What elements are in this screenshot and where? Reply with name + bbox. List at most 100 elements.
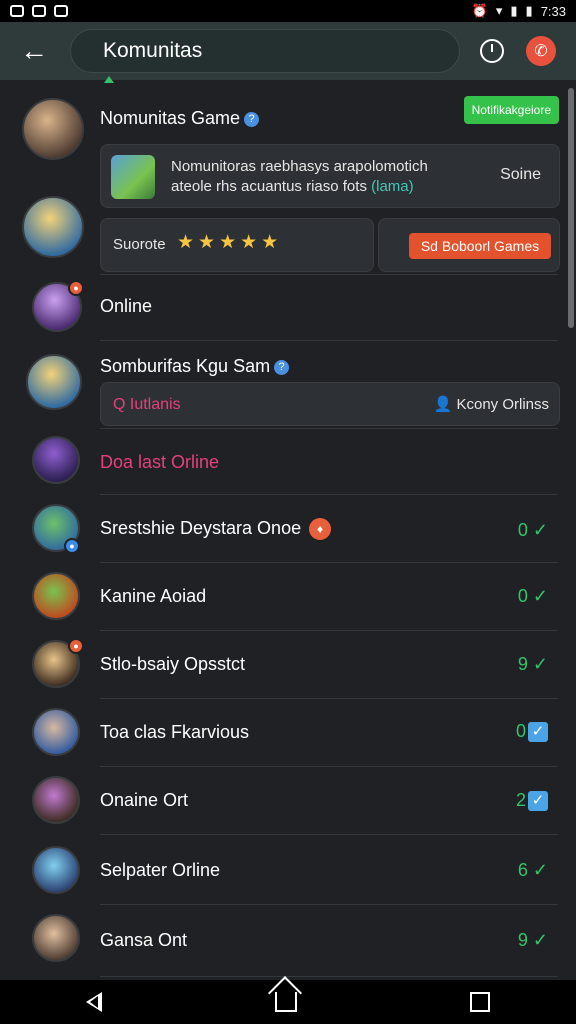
image-icon: [54, 5, 68, 17]
checkbox-icon[interactable]: ✓: [528, 791, 548, 812]
row-title[interactable]: Kanine Aoiad: [100, 586, 206, 607]
search-input[interactable]: Komunitas: [70, 29, 460, 73]
row-count: 0: [517, 520, 528, 540]
games-card: Sd Boboorl Games: [378, 218, 560, 272]
row-title-text: Srestshie Deystara Onoe: [100, 518, 302, 538]
status-right-text: Kcony Orlinss: [456, 396, 549, 413]
game-card-description: Nomunitoras raebhasys arapolomotich ateo…: [171, 157, 428, 197]
avatar[interactable]: [26, 354, 82, 410]
verified-icon: ?: [244, 111, 260, 127]
divider: [100, 976, 558, 977]
row-title[interactable]: Srestshie Deystara Onoe ♦: [100, 518, 332, 541]
row-title[interactable]: Onaine Ort: [100, 790, 188, 811]
divider: [100, 274, 558, 275]
row-count: 0: [515, 721, 526, 741]
row-title[interactable]: Somburifas Kgu Sam?: [100, 356, 290, 377]
save-icon: [32, 5, 46, 17]
nav-home-icon[interactable]: [274, 992, 297, 1012]
avatar[interactable]: [22, 98, 84, 160]
verified-icon: ?: [274, 359, 290, 375]
row-status: 0 ✓: [518, 520, 548, 541]
row-status: 0 ✓: [518, 586, 548, 607]
card-line-2-text: ateole rhs acuantus riaso fots: [171, 178, 372, 195]
status-badge-icon: ●: [64, 538, 80, 554]
user-icon: 👤: [433, 396, 457, 413]
rating-card: Suorote ★★★★★: [100, 218, 374, 272]
divider: [100, 834, 558, 835]
row-status: 9 ✓: [518, 654, 548, 675]
call-icon[interactable]: ✆: [526, 36, 556, 66]
row-title-text: Somburifas Kgu Sam: [100, 356, 271, 376]
status-left-text: Q Iutlanis: [113, 396, 181, 413]
check-icon: ✓: [532, 860, 548, 880]
notification-icon: [10, 5, 24, 17]
card-line-2-highlight: (lama): [371, 178, 414, 195]
check-icon: ✓: [532, 520, 548, 540]
status-bar: ⏰ ▾ ▮ ▮ 7:33: [0, 0, 576, 22]
featured-title[interactable]: Nomunitas Game?: [100, 108, 260, 129]
check-icon: ✓: [532, 930, 548, 950]
row-count: 6: [517, 860, 528, 880]
game-thumbnail: [111, 155, 155, 199]
row-title[interactable]: Doa last Orline: [100, 452, 219, 473]
card-action-link[interactable]: Soine: [500, 165, 541, 185]
rating-stars-icon: ★★★★★: [177, 232, 283, 253]
nav-recents-icon[interactable]: [469, 992, 490, 1012]
rating-label: Suorote: [113, 236, 166, 253]
card-line-2: ateole rhs acuantus riaso fots (lama): [171, 177, 428, 197]
back-arrow-icon[interactable]: ←: [12, 29, 56, 73]
row-count: 9: [517, 654, 528, 674]
notification-button[interactable]: Notifikakgeiore: [463, 96, 559, 124]
row-title[interactable]: Stlo-bsaiy Opsstct: [100, 654, 245, 675]
featured-title-text: Nomunitas Game: [100, 108, 241, 128]
row-count: 2: [515, 790, 526, 810]
alarm-icon: ⏰: [471, 3, 488, 18]
row-title[interactable]: Selpater Orline: [100, 860, 220, 881]
row-count: 0: [517, 586, 528, 606]
divider: [100, 428, 558, 429]
status-icons-left: [10, 5, 68, 17]
avatar[interactable]: [32, 776, 80, 824]
signal-icon: ▮: [510, 3, 518, 18]
games-button[interactable]: Sd Boboorl Games: [409, 233, 551, 259]
app-bar: ← Komunitas ✆: [0, 22, 576, 80]
row-status: 2 ✓: [515, 790, 548, 812]
avatar[interactable]: [32, 846, 80, 894]
avatar[interactable]: [32, 436, 80, 484]
avatar[interactable]: [22, 196, 84, 258]
row-status: 6 ✓: [518, 860, 548, 881]
check-icon: ✓: [532, 586, 548, 606]
divider: [100, 562, 558, 563]
row-title[interactable]: Online: [100, 296, 152, 317]
row-status: 9 ✓: [518, 930, 548, 951]
navigation-bar: [0, 980, 576, 1024]
avatar[interactable]: [32, 572, 80, 620]
row-title[interactable]: Toa clas Fkarvious: [100, 722, 249, 743]
divider: [100, 630, 558, 631]
fire-icon: ♦: [309, 518, 332, 541]
scrollbar[interactable]: [568, 88, 574, 328]
row-count: 9: [517, 930, 528, 950]
status-right: 👤 Kcony Orlinss: [434, 395, 549, 415]
divider: [100, 766, 558, 767]
avatar[interactable]: [32, 914, 80, 962]
notification-badge-icon: ●: [68, 638, 84, 654]
nav-back-icon[interactable]: [86, 992, 103, 1012]
avatar[interactable]: [32, 708, 80, 756]
notification-badge-icon: ●: [68, 280, 84, 296]
community-list: Nomunitas Game? Notifikakgeiore Nomunito…: [0, 80, 576, 980]
card-line-1: Nomunitoras raebhasys arapolomotich: [171, 158, 428, 175]
divider: [100, 494, 558, 495]
checkbox-icon[interactable]: ✓: [528, 722, 548, 743]
row-title[interactable]: Gansa Ont: [100, 930, 187, 951]
history-icon[interactable]: [480, 39, 504, 63]
divider: [100, 904, 558, 905]
game-card[interactable]: Nomunitoras raebhasys arapolomotich ateo…: [100, 144, 560, 208]
status-icons-right: ⏰ ▾ ▮ ▮ 7:33: [472, 3, 566, 19]
status-time: 7:33: [540, 3, 566, 19]
row-status: 0 ✓: [515, 721, 548, 743]
status-card[interactable]: Q Iutlanis 👤 Kcony Orlinss: [100, 382, 560, 426]
divider: [100, 698, 558, 699]
battery-icon: ▮: [525, 3, 533, 18]
wifi-icon: ▾: [495, 3, 503, 18]
